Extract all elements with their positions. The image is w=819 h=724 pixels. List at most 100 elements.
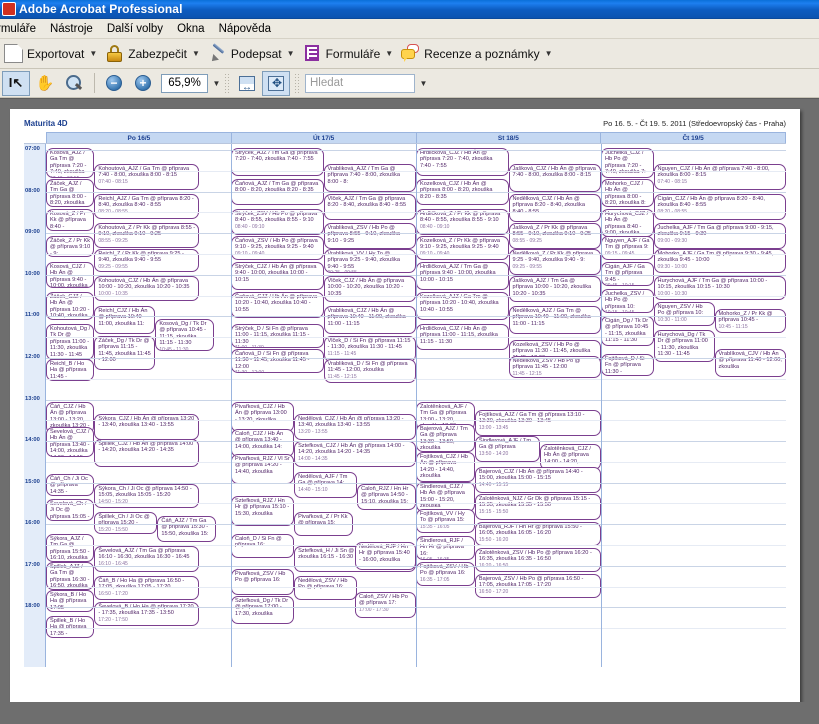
menu-item-nastroje[interactable]: Nástroje (43, 21, 100, 37)
calendar-event[interactable]: Vrabliková_AJZ / Tm Ga @ příprava 7:40 -… (323, 164, 416, 192)
calendar-event[interactable]: Juchelka_ZSV / Hb Po @ příprava 10:10:15… (601, 289, 654, 313)
menu-item-napoveda[interactable]: Nápověda (212, 21, 278, 37)
calendar-event[interactable]: Nedělková_ZSV / Hb Po @ příprava 11:45 -… (508, 356, 601, 378)
calendar-event[interactable]: Sýkora_B / Ho Ha @ příprava 17:05 - 17:0… (46, 590, 95, 612)
toolbar-grip[interactable] (224, 73, 230, 93)
calendar-event[interactable]: Šindlerová_AJF / Tm Ga @ příprava 13:50 -… (474, 436, 541, 462)
calendar-event[interactable]: Nedělková_AJZ / Ga Tm @ příprava 10:40 -… (508, 306, 601, 334)
calendar-event[interactable]: Kosová_AJZ / Ga Tm @ příprava 7:20 - 7:4… (46, 148, 95, 178)
calendar-event[interactable]: Šindlerová_CJZ / Hb Án @ příprava 15:00 … (416, 482, 475, 512)
calendar-event[interactable]: Caloň_CJZ / Hb Án @ příprava 13:40 - 14:… (231, 429, 295, 457)
calendar-event[interactable]: Strýček_CJZ / Hb Án @ příprava 9:40 - 10… (231, 262, 324, 290)
calendar-event[interactable]: Fojtíková_AJZ / Ga Tm @ příprava 13:10 -… (474, 410, 601, 436)
select-tool-icon[interactable]: I↖ (2, 70, 30, 96)
calendar-event[interactable]: Caloň_ZSV / Hb Po @ příprava 17: 17:00 - … (355, 592, 416, 618)
calendar-event[interactable]: Kohoutová_CJZ / Hb Án @ příprava 10:00 -… (94, 276, 200, 301)
zoom-in-button[interactable]: + (129, 71, 157, 96)
search-dropdown-button[interactable]: ▼ (415, 71, 428, 96)
calendar-event[interactable]: Nedělová_CJZ / Hb Án @ příprava 13:20 - … (294, 414, 416, 440)
secure-button[interactable]: Zabezpečit ▼ (101, 41, 204, 67)
chevron-down-icon[interactable]: ▼ (287, 49, 295, 58)
calendar-event[interactable]: Vrabliková_ZSV / Hb Po @ příprava 8:55 -… (323, 223, 416, 249)
calendar-event[interactable]: Bajerová_CJZ / Hb Án @ příprava 14:40 - … (474, 467, 601, 493)
calendar-event[interactable]: Sztefková_CJZ / Hb Án @ příprava 14:00 -… (294, 441, 416, 467)
calendar-event[interactable]: Špillek_Ch / Ji Oc @ příprava 15:20 - 15… (94, 512, 158, 534)
calendar-event[interactable]: Mohorko_CJZ / Hb Án @ příprava 8:00 - 8:… (601, 179, 654, 207)
zoom-tool-icon[interactable] (60, 71, 88, 96)
calendar-event[interactable]: Nedělková_CJZ / Hb Án @ příprava 8:20 - … (508, 194, 601, 222)
calendar-event[interactable]: Pivařková_ZSV / Hb Po @ příprava 16: (231, 569, 295, 595)
calendar-event[interactable]: Nedělová_AJF / Tm Ga @ příprava 14: 14:40… (294, 472, 358, 498)
toolbar-grip[interactable] (294, 73, 300, 93)
calendar-event[interactable]: Caloň_RJZ / Hn Hr @ příprava 14:50 - 15:… (357, 484, 416, 510)
menu-item-dalsi-volby[interactable]: Další volby (100, 21, 170, 37)
calendar-event[interactable]: Čáň_Ch / Ji Oc @ příprava 14:35 - 14:35 … (46, 474, 95, 496)
review-comments-button[interactable]: Recenze a poznámky ▼ (397, 41, 556, 67)
calendar-event[interactable]: Juchelka_CJZ / Hb Po @ příprava 7:20 - 7… (601, 148, 654, 178)
calendar-event[interactable]: Šindlerová_RJF / Hn Hr @ příprava 16:16:… (416, 536, 475, 560)
calendar-event[interactable]: Čaňová_ZSV / Hb Po @ příprava 9:10 - 9:2… (231, 236, 324, 260)
calendar-event[interactable]: Ševelová_AJZ / Tm Ga @ příprava 16:10 - … (94, 546, 200, 572)
calendar-event[interactable]: Vlček_AJZ / Tm Ga @ příprava 8:20 - 8:40… (323, 194, 416, 220)
calendar-event[interactable]: Kohoutová_Dg / Tk Dr @ příprava 11:00 - … (46, 324, 95, 360)
calendar-event[interactable]: Pivařková_RJZ / Vl Sr @ příprava 14:20 -… (231, 454, 295, 484)
calendar-event[interactable]: Nedělková_Z / Pr Kk @ příprava 9:25 - 9:… (508, 249, 601, 275)
calendar-event[interactable]: Reichl_B / Ho Ha @ příprava 11:45 - 11:4… (46, 359, 95, 381)
zoom-out-button[interactable]: − (100, 71, 128, 96)
calendar-event[interactable]: Mohorko_Z / Pr Kk @ příprava 10:45 - 10:… (714, 309, 786, 333)
calendar-event[interactable]: Juchelka_AJF / Tm Ga @ příprava 9:00 - 9… (653, 223, 786, 249)
calendar-event[interactable]: Čaňová_D / Si Fn @ příprava 11:30 - 11:4… (231, 349, 324, 373)
forms-button[interactable]: Formuláře ▼ (299, 41, 398, 67)
zoom-dropdown-button[interactable]: ▼ (208, 71, 221, 96)
calendar-event[interactable]: Jašková_CJZ / Hb Án @ příprava 7:40 - 8:… (508, 164, 601, 192)
sign-button[interactable]: Podepsat ▼ (204, 41, 299, 67)
calendar-event[interactable]: Vrablíková_CJV / Hb Án @ příprava 11:40 … (714, 349, 786, 377)
calendar-event[interactable]: Fojtíková_VV / Hy To @ příprava 15: 15:35… (416, 509, 475, 533)
export-button[interactable]: Exportovat ▼ (0, 41, 101, 67)
calendar-event[interactable]: Pivařková_CJZ / Hb Án @ příprava 13:00 -… (231, 402, 295, 432)
calendar-event[interactable]: Sztefková_Dg / Tk Dr @ příprava 17:00 - … (231, 596, 295, 624)
document-viewport[interactable]: Maturita 4D Po 16. 5. - Čt 19. 5. 2011 (… (0, 98, 819, 702)
calendar-event[interactable]: Sztefková_RJZ / Hn Hr @ příprava 15:10 -… (231, 496, 295, 526)
calendar-event[interactable]: Vlček_CJZ / Hb Án @ příprava 10:00 - 10:… (323, 276, 416, 302)
calendar-event[interactable]: Reichl_AJZ / Ga Tm @ příprava 8:20 - 8:4… (94, 194, 200, 219)
calendar-event[interactable]: Nguyen_CJZ / Hb Án @ příprava 7:40 - 8:0… (653, 164, 786, 190)
calendar-event[interactable]: Zalotěnková_ZSV / Hb Po @ příprava 16:20… (474, 548, 601, 572)
chevron-down-icon[interactable]: ▼ (192, 49, 200, 58)
calendar-event[interactable]: Cigán_Dg / Tk Dr @ příprava 10:45 - 11:1… (601, 316, 654, 346)
calendar-event[interactable]: Čáň_AJZ / Tm Ga @ příprava 15:30 - 15:50… (157, 516, 217, 542)
calendar-event[interactable]: Čáň_B / Ho Ha @ příprava 16:50 - 17:05, … (94, 576, 200, 600)
calendar-event[interactable]: Fojtíková_CJZ / Hb Án @ příprava 14:20 -… (416, 452, 475, 482)
calendar-event[interactable]: Ševelová_B / Ho Ha @ příprava 17:20 - 17… (94, 602, 200, 626)
calendar-event[interactable]: Ševelová_Ch / Ji Oc @ příprava 15:05 - 1… (46, 499, 95, 521)
calendar-event[interactable]: Strýček_D / Si Fn @ příprava 11:00 - 11:… (231, 324, 324, 348)
calendar-event[interactable]: Hrdličková_AJZ / Tm Ga @ příprava 9:40 -… (416, 262, 509, 290)
hand-tool-icon[interactable]: ✋ (31, 71, 59, 96)
calendar-event[interactable]: Vrabliková_CJZ / Hb Án @ příprava 10:40 … (323, 306, 416, 334)
calendar-event[interactable]: Bajerová_AJZ / Tm Ga @ příprava 13:30 - … (416, 424, 475, 452)
calendar-event[interactable]: Mohorko_AJF / Ga Tm @ příprava 9:30 - 9:… (653, 249, 786, 273)
calendar-event[interactable]: Žáček_AJZ / Tm Ga @ příprava 8:00 - 8:20… (46, 179, 95, 207)
calendar-event[interactable]: Strýček_AJZ / Tm Ga @ příprava 7:20 - 7:… (231, 148, 324, 176)
menu-item-okna[interactable]: Okna (170, 21, 212, 37)
calendar-event[interactable]: Sýkora_CJZ / Hb Án @ příprava 13:20 - 13… (94, 414, 200, 440)
calendar-event[interactable]: Jašková_Z / Pr Kk @ příprava 8:55 - 9:10… (508, 223, 601, 249)
calendar-event[interactable]: Špillek_B / Ho Ha @ příprava 17:35 - 17:… (46, 616, 95, 638)
calendar-event[interactable]: Sýkora_AJZ / Tm Ga @ příprava 15:50 - 16… (46, 534, 95, 562)
calendar-event[interactable]: Nguyen_ZSV / Hb Po @ příprava 10: 10:30 -… (653, 302, 715, 326)
calendar-event[interactable]: Reichl_CJZ / Hb Án @ příprava 10:40 - 11… (94, 306, 156, 334)
menu-item-formulare[interactable]: rmuláře (0, 21, 43, 37)
calendar-event[interactable]: Hrdličková_CJZ / Hb Án @ příprava 7:20 -… (416, 148, 509, 176)
chevron-down-icon[interactable]: ▼ (89, 49, 97, 58)
calendar-event[interactable]: Vrabliková_VV / Hy To @ příprava 9:25 - … (323, 249, 416, 273)
calendar-event[interactable]: Kozelková_Z / Pr Kk @ příprava 9:10 - 9:… (416, 236, 509, 260)
chevron-down-icon[interactable]: ▼ (545, 49, 553, 58)
calendar-event[interactable]: Kohoutová_AJZ / Ga Tm @ příprava 7:40 - … (94, 164, 200, 190)
zoom-level-input[interactable]: 65,9% (161, 73, 208, 93)
calendar-event[interactable]: Reichl_Z / Pr Kk @ příprava 9:25 - 9:40,… (94, 249, 200, 272)
calendar-event[interactable]: Nguyen_AJF / Ga Tm @ příprava 9: 09:15 - … (601, 236, 654, 260)
calendar-event[interactable]: Žáček_Dg / Tk Dr @ příprava 11:15 - 11:4… (94, 336, 156, 370)
calendar-event[interactable]: Bajerová_RJF / Hn Hr @ příprava 15:50 - … (474, 522, 601, 546)
calendar-event[interactable]: Cigán_CJZ / Hb Án @ příprava 8:20 - 8:40… (653, 194, 786, 220)
search-input[interactable]: Hledat (305, 73, 415, 93)
